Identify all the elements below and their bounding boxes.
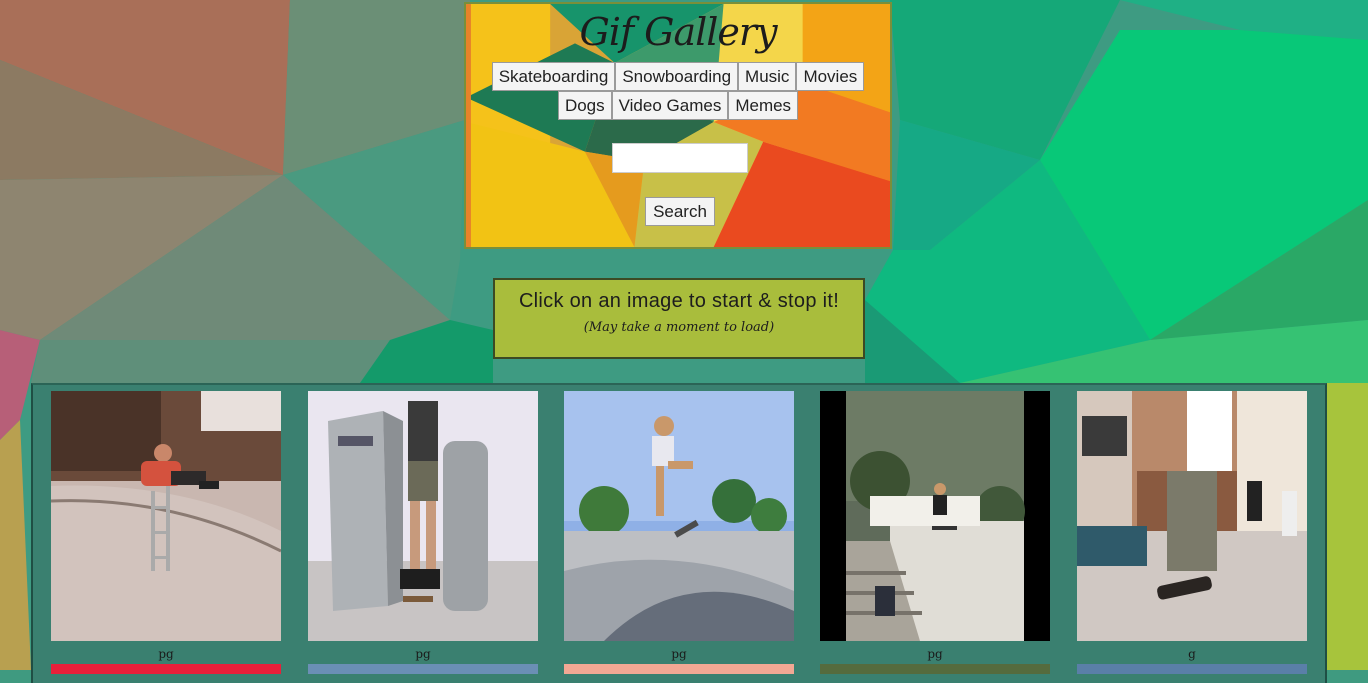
gif-image-stairs-ledge: [820, 391, 1050, 641]
gif-card: pg: [820, 391, 1050, 663]
instruction-text: Click on an image to start & stop it!: [518, 290, 840, 312]
gif-image[interactable]: [1077, 391, 1307, 641]
search-button[interactable]: Search: [645, 197, 715, 226]
gif-image-next-row[interactable]: [820, 664, 1050, 674]
gif-rating: pg: [415, 647, 431, 661]
loading-note: (May take a moment to load): [583, 320, 775, 335]
topic-buttons-row-2: Dogs Video Games Memes: [466, 91, 890, 120]
gif-image[interactable]: [820, 391, 1050, 641]
gif-rating: pg: [671, 647, 687, 661]
gif-image-bowl-skater: [51, 391, 281, 641]
gif-card: pg: [308, 391, 538, 663]
gif-image[interactable]: [308, 391, 538, 641]
topic-button-video-games[interactable]: Video Games: [611, 91, 729, 120]
gif-card: pg: [51, 391, 281, 663]
topic-button-music[interactable]: Music: [738, 62, 797, 91]
gif-image-next-row[interactable]: [564, 664, 794, 674]
topic-buttons-row-1: Skateboarding Snowboarding Music Movies: [466, 62, 890, 91]
page-title: Gif Gallery: [579, 10, 777, 54]
gif-image-park-jump: [564, 391, 794, 641]
gif-rating: pg: [158, 647, 174, 661]
gif-rating: g: [1188, 647, 1196, 661]
gif-image-street-kickflip: [1077, 391, 1307, 641]
topic-button-dogs[interactable]: Dogs: [557, 91, 612, 120]
gif-image-next-row[interactable]: [1077, 664, 1307, 674]
instruction-box: Click on an image to start & stop it! (M…: [493, 278, 865, 359]
header-panel: Gif Gallery Skateboarding Snowboarding M…: [464, 2, 892, 249]
gif-image[interactable]: [564, 391, 794, 641]
topic-button-movies[interactable]: Movies: [796, 62, 865, 91]
gif-gallery: pg pg pg pg g: [31, 383, 1327, 683]
topic-button-memes[interactable]: Memes: [728, 91, 799, 120]
gif-card: pg: [564, 391, 794, 663]
search-input[interactable]: [612, 143, 748, 173]
gif-image-trash-bin-skater: [308, 391, 538, 641]
gif-image-next-row[interactable]: [51, 664, 281, 674]
gif-rating: pg: [927, 647, 943, 661]
gif-card: g: [1077, 391, 1307, 663]
topic-button-snowboarding[interactable]: Snowboarding: [615, 62, 739, 91]
gif-image[interactable]: [51, 391, 281, 641]
gif-image-next-row[interactable]: [308, 664, 538, 674]
topic-button-skateboarding[interactable]: Skateboarding: [491, 62, 616, 91]
